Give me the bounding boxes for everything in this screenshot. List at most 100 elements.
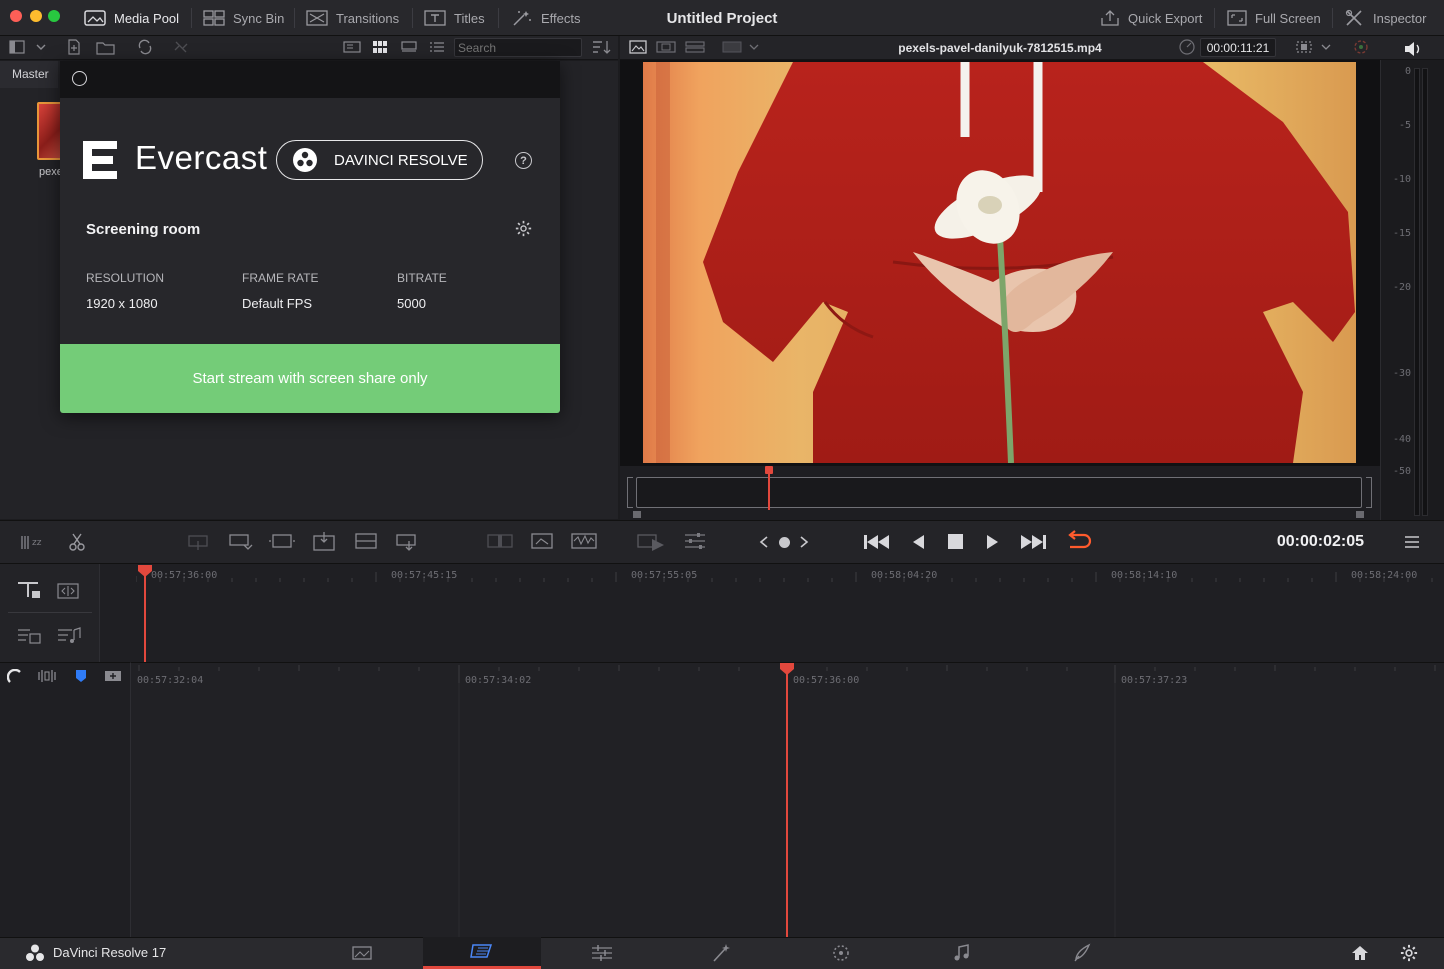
evercast-logo-icon bbox=[83, 141, 119, 182]
clip-view-icon[interactable] bbox=[656, 40, 676, 54]
play-from-icon[interactable] bbox=[636, 531, 666, 553]
sliders-icon[interactable] bbox=[683, 531, 707, 551]
marker-add-icon[interactable] bbox=[104, 669, 122, 683]
scissors-icon[interactable] bbox=[68, 533, 86, 551]
snap-magnet-icon[interactable] bbox=[7, 669, 25, 685]
titles-button[interactable]: Titles bbox=[424, 0, 485, 36]
in-handle[interactable] bbox=[633, 511, 641, 518]
full-screen-button[interactable]: Full Screen bbox=[1227, 0, 1321, 36]
transform-icon[interactable] bbox=[1294, 39, 1314, 55]
track-lock-icon[interactable] bbox=[16, 580, 42, 600]
image-view-icon[interactable] bbox=[629, 40, 647, 54]
transitions-icon bbox=[306, 10, 328, 26]
davinci-badge[interactable]: DAVINCI RESOLVE bbox=[276, 140, 483, 180]
lower-playhead[interactable] bbox=[786, 674, 788, 937]
lower-timeline-tools bbox=[0, 662, 131, 937]
trim-start-icon[interactable] bbox=[486, 533, 514, 549]
media-page-icon[interactable] bbox=[352, 945, 372, 961]
help-icon[interactable]: ? bbox=[515, 152, 532, 169]
import-media-icon[interactable] bbox=[66, 39, 82, 55]
search-input[interactable] bbox=[454, 38, 582, 57]
ripple-overwrite-icon[interactable] bbox=[354, 532, 378, 550]
overwrite-clip-icon[interactable] bbox=[228, 532, 254, 552]
viewer-mode-icon[interactable] bbox=[722, 40, 742, 54]
hamburger-menu-icon[interactable] bbox=[1404, 535, 1420, 549]
metadata-view-icon[interactable] bbox=[343, 41, 361, 53]
chevron-down-icon[interactable] bbox=[35, 42, 47, 52]
unlink-icon[interactable] bbox=[173, 39, 189, 55]
list-view-icon[interactable] bbox=[429, 41, 445, 53]
upper-playhead[interactable] bbox=[144, 576, 146, 662]
play-icon[interactable] bbox=[983, 532, 1001, 552]
sidebar-toggle-icon[interactable] bbox=[9, 40, 25, 54]
inspector-button[interactable]: Inspector bbox=[1345, 0, 1426, 36]
quick-export-button[interactable]: Quick Export bbox=[1100, 0, 1202, 36]
filmstrip-view-icon[interactable] bbox=[400, 41, 418, 53]
color-scope-icon[interactable] bbox=[1352, 39, 1370, 55]
skip-to-end-icon[interactable] bbox=[1019, 532, 1047, 552]
cut-page-tab[interactable] bbox=[423, 937, 541, 969]
timecode-display: 00:00:02:05 bbox=[1276, 533, 1364, 550]
minimize-window-button[interactable] bbox=[30, 10, 42, 22]
full-screen-label: Full Screen bbox=[1255, 10, 1321, 26]
effects-button[interactable]: Effects bbox=[511, 0, 581, 36]
transitions-button[interactable]: Transitions bbox=[306, 0, 399, 36]
flag-shield-icon[interactable] bbox=[74, 668, 88, 684]
toolbar-divider bbox=[294, 8, 295, 28]
davinci-logo-icon bbox=[292, 147, 318, 173]
status-circle-icon[interactable] bbox=[72, 71, 87, 86]
volume-icon[interactable] bbox=[1403, 41, 1423, 57]
master-bin-tab[interactable]: Master bbox=[0, 61, 58, 88]
marker-dot-icon[interactable] bbox=[779, 537, 790, 548]
link-toggle-icon[interactable] bbox=[56, 582, 80, 600]
insert-clip-icon[interactable] bbox=[185, 533, 211, 551]
audio-scrub-icon[interactable] bbox=[37, 669, 57, 683]
append-end-icon[interactable] bbox=[395, 532, 421, 552]
multi-clip-view-icon[interactable] bbox=[685, 40, 705, 54]
sync-bin-button[interactable]: Sync Bin bbox=[203, 0, 284, 36]
deliver-page-icon[interactable] bbox=[1072, 943, 1092, 963]
play-reverse-icon[interactable] bbox=[910, 532, 928, 552]
place-on-top-icon[interactable] bbox=[312, 530, 338, 552]
sort-icon[interactable] bbox=[591, 39, 611, 55]
next-edit-icon[interactable] bbox=[798, 535, 810, 549]
chevron-down-icon[interactable] bbox=[748, 42, 760, 52]
maximize-window-button[interactable] bbox=[48, 10, 60, 22]
settings-gear-icon[interactable] bbox=[1400, 944, 1418, 962]
bitrate-value: 5000 bbox=[397, 296, 426, 311]
home-icon[interactable] bbox=[1351, 945, 1369, 961]
viewer-playhead[interactable] bbox=[768, 474, 770, 510]
relink-icon[interactable] bbox=[137, 39, 153, 55]
skip-to-start-icon[interactable] bbox=[863, 532, 891, 552]
close-window-button[interactable] bbox=[10, 10, 22, 22]
fusion-page-icon[interactable] bbox=[711, 943, 733, 963]
color-page-icon[interactable] bbox=[832, 944, 850, 962]
thumbnail-view-icon[interactable] bbox=[372, 40, 388, 54]
scrub-in-bracket[interactable] bbox=[627, 477, 633, 508]
snooze-icon[interactable]: zz bbox=[20, 532, 48, 552]
viewer-playhead-marker[interactable] bbox=[765, 466, 773, 474]
speed-gauge-icon[interactable] bbox=[1178, 39, 1196, 55]
out-handle[interactable] bbox=[1356, 511, 1364, 518]
upper-ruler[interactable] bbox=[135, 564, 1444, 582]
loop-icon[interactable] bbox=[1064, 530, 1092, 552]
scrub-bar[interactable] bbox=[636, 477, 1362, 508]
audio-track-icon[interactable] bbox=[56, 626, 82, 646]
audio-waveform-icon[interactable] bbox=[571, 532, 597, 550]
upper-ruler-tick: 00:58:24:00 bbox=[1351, 570, 1418, 581]
edit-page-icon[interactable] bbox=[591, 944, 613, 962]
video-track-icon[interactable] bbox=[16, 626, 42, 646]
fairlight-page-icon[interactable] bbox=[953, 944, 971, 962]
new-bin-icon[interactable] bbox=[96, 39, 116, 55]
fit-to-fill-icon[interactable] bbox=[530, 532, 554, 550]
toolbar-divider bbox=[191, 8, 192, 28]
chevron-down-icon[interactable] bbox=[1320, 42, 1332, 52]
stop-icon[interactable] bbox=[948, 534, 963, 549]
previous-edit-icon[interactable] bbox=[758, 535, 770, 549]
replace-clip-icon[interactable] bbox=[268, 532, 296, 552]
gear-icon[interactable] bbox=[515, 220, 532, 240]
media-pool-button[interactable]: Media Pool bbox=[84, 0, 179, 36]
toolbar-divider bbox=[498, 8, 499, 28]
scrub-out-bracket[interactable] bbox=[1366, 477, 1372, 508]
start-stream-button[interactable]: Start stream with screen share only bbox=[60, 344, 560, 413]
